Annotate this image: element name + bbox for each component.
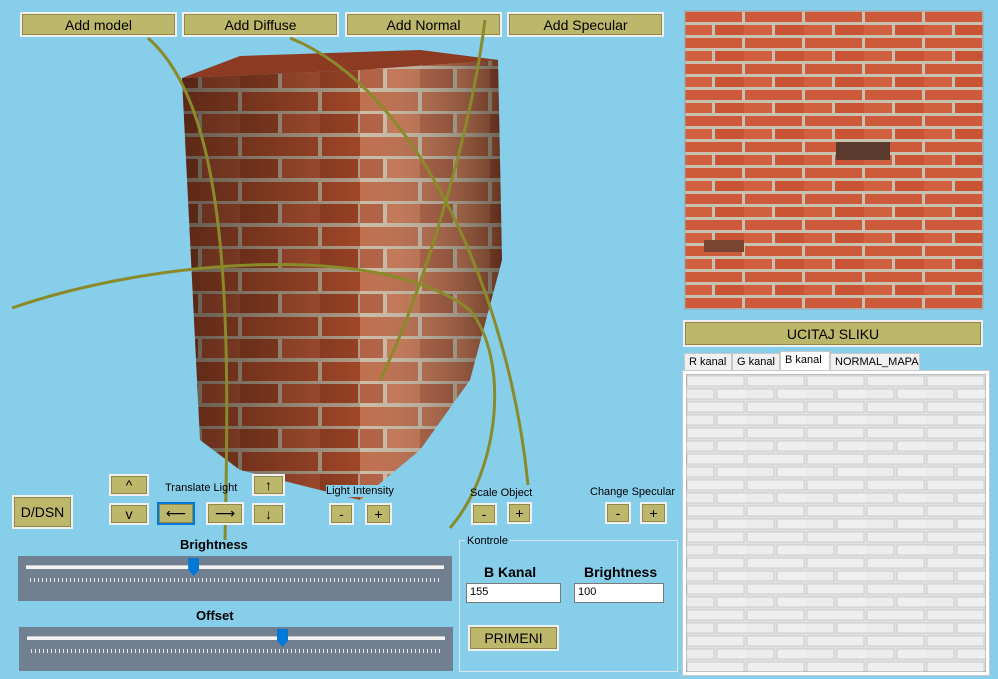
arrow-right-button[interactable]: ⟶ [206,502,244,525]
b-kanal-image [686,374,986,672]
tab-r-kanal[interactable]: R kanal [684,353,732,371]
translate-light-label: Translate Light [165,482,238,494]
move-up-button[interactable]: ^ [109,474,149,496]
tab-content-panel [682,370,990,676]
3d-viewport[interactable] [0,0,680,540]
arrow-down-button[interactable]: ↓ [252,503,285,525]
change-specular-label: Change Specular [590,486,676,498]
specular-plus-button[interactable]: + [640,502,667,524]
light-intensity-minus-button[interactable]: - [329,503,354,525]
move-down-button[interactable]: v [109,503,149,525]
tab-b-kanal[interactable]: B kanal [780,351,830,370]
b-kanal-input[interactable]: 155 [466,583,561,603]
arrow-left-button[interactable]: ⟵ [157,502,195,525]
arrow-up-button[interactable]: ↑ [252,474,285,496]
primeni-button[interactable]: PRIMENI [468,625,559,651]
light-intensity-label: Light Intensity [326,485,394,497]
b-kanal-label: B Kanal [484,564,537,580]
ucitaj-sliku-button[interactable]: UCITAJ SLIKU [683,320,983,347]
offset-slider[interactable] [19,627,453,671]
offset-slider-thumb[interactable] [276,629,288,647]
brightness-slider-label: Brightness [180,537,248,552]
tab-g-kanal[interactable]: G kanal [732,353,780,371]
kontrole-brightness-label: Brightness [584,564,658,580]
dds-button[interactable]: D/DSN [12,495,73,529]
kontrole-group [459,540,678,672]
scale-plus-button[interactable]: + [507,502,532,524]
kontrole-brightness-input[interactable]: 100 [574,583,664,603]
offset-slider-label: Offset [196,608,234,623]
brightness-slider[interactable] [18,556,452,601]
scale-object-label: Scale Object [470,487,533,499]
specular-minus-button[interactable]: - [605,502,631,524]
diffuse-texture-preview [684,10,984,310]
kontrole-group-label: Kontrole [465,535,510,547]
tab-normal-mapa[interactable]: NORMAL_MAPA [830,353,920,371]
scale-minus-button[interactable]: - [471,503,497,525]
brightness-slider-thumb[interactable] [188,558,200,576]
light-intensity-plus-button[interactable]: + [365,503,392,525]
